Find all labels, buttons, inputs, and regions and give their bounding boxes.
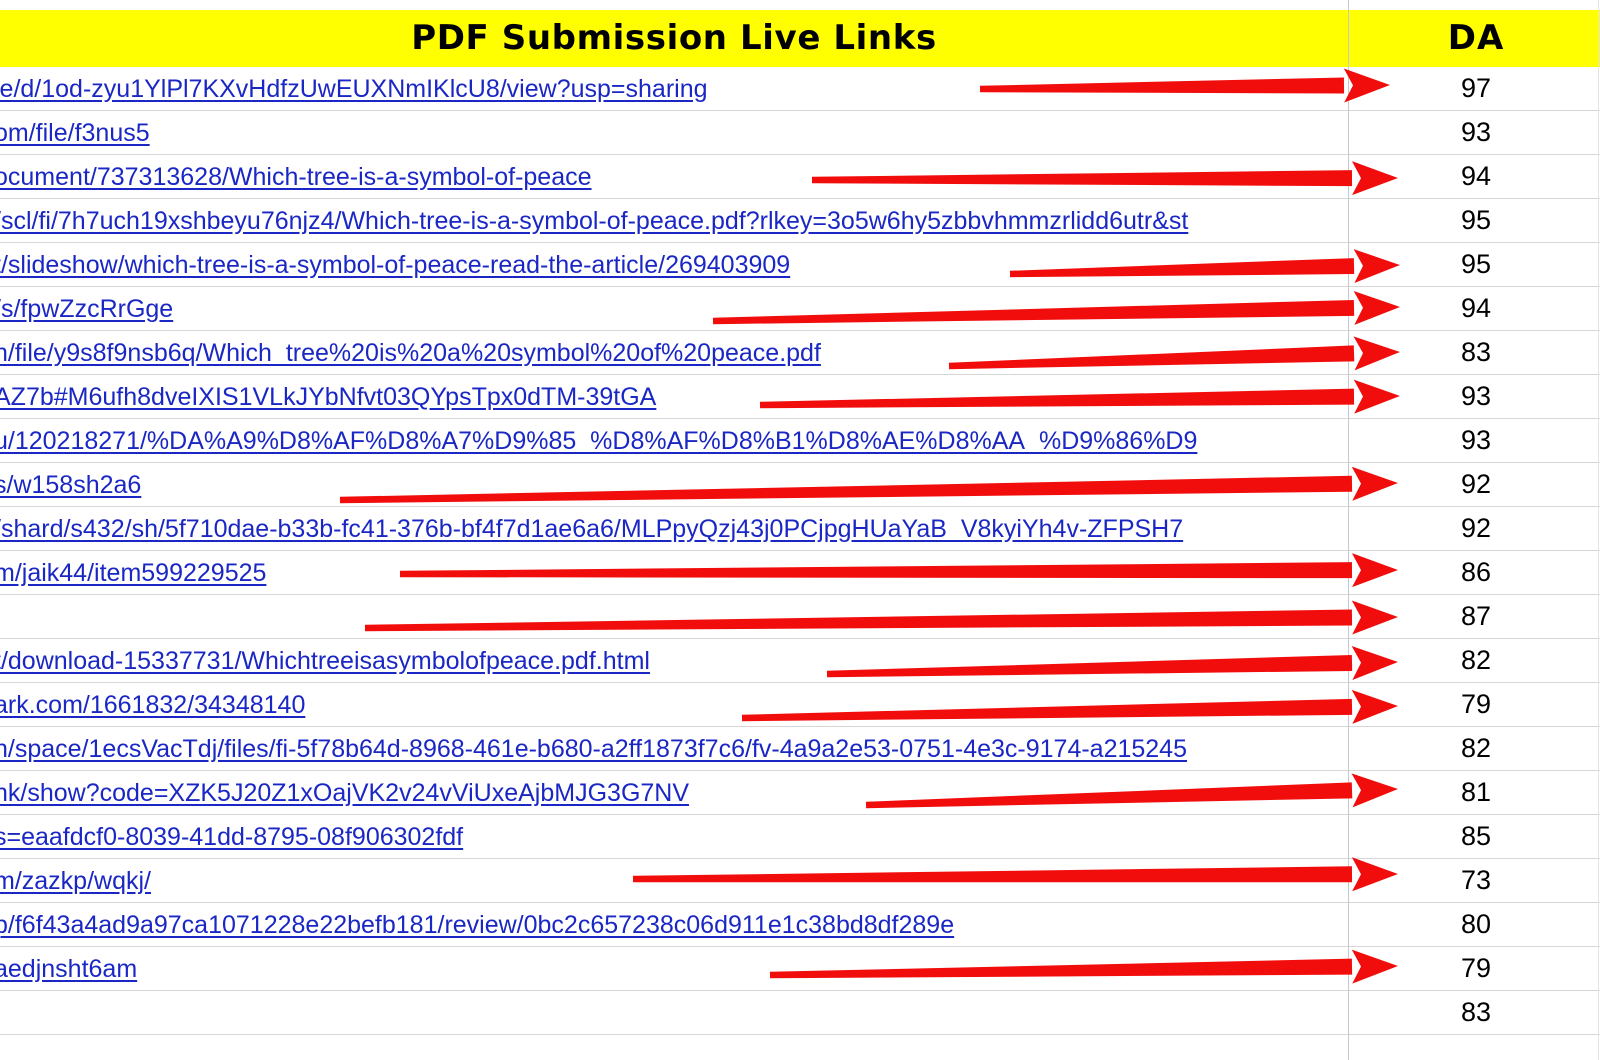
da-value: 94	[1460, 293, 1492, 323]
da-value: 87	[1460, 601, 1492, 631]
table-row: 83	[0, 991, 1600, 1035]
live-link[interactable]: /shard/s432/sh/5f710dae-b33b-fc41-376b-b…	[0, 514, 1183, 544]
top-white-strip	[0, 0, 1600, 10]
live-link[interactable]: aedjnsht6am	[0, 954, 137, 984]
da-value: 86	[1460, 557, 1492, 587]
table-row: le/d/1od-zyu1YlPl7KXvHdfzUwEUXNmIKlcU8/v…	[0, 67, 1600, 111]
link-cell: m/jaik44/item599229525	[0, 551, 1348, 594]
live-link[interactable]: ocument/737313628/Which-tree-is-a-symbol…	[0, 162, 592, 192]
link-cell: n/file/y9s8f9nsb6q/Which_tree%20is%20a%2…	[0, 331, 1348, 374]
da-value: 92	[1460, 469, 1492, 499]
table-row: /scl/fi/7h7uch19xshbeyu76njz4/Which-tree…	[0, 199, 1600, 243]
table-row: /shard/s432/sh/5f710dae-b33b-fc41-376b-b…	[0, 507, 1600, 551]
live-link[interactable]: s=eaafdcf0-8039-41dd-8795-08f906302fdf	[0, 822, 463, 852]
table-row: ocument/737313628/Which-tree-is-a-symbol…	[0, 155, 1600, 199]
da-value: 93	[1460, 425, 1492, 455]
link-cell: t/download-15337731/Whichtreeisasymbolof…	[0, 639, 1348, 682]
table-row: nk/show?code=XZK5J20Z1xOajVK2v24vViUxeAj…	[0, 771, 1600, 815]
da-value: 79	[1460, 689, 1492, 719]
table-row: m/zazkp/wqkj/73	[0, 859, 1600, 903]
da-value: 83	[1460, 337, 1492, 367]
live-link[interactable]: le/d/1od-zyu1YlPl7KXvHdfzUwEUXNmIKlcU8/v…	[0, 74, 708, 104]
live-link[interactable]: om/file/f3nus5	[0, 118, 150, 148]
da-value: 85	[1460, 821, 1492, 851]
da-value: 93	[1460, 117, 1492, 147]
live-link[interactable]: AZ7b#M6ufh8dveIXIS1VLkJYbNfvt03QYpsTpx0d…	[0, 382, 656, 412]
link-cell: om/file/f3nus5	[0, 111, 1348, 154]
link-cell: le/d/1od-zyu1YlPl7KXvHdfzUwEUXNmIKlcU8/v…	[0, 67, 1348, 110]
da-value: 79	[1460, 953, 1492, 983]
live-link[interactable]: n/file/y9s8f9nsb6q/Which_tree%20is%20a%2…	[0, 338, 821, 368]
live-link[interactable]: s/w158sh2a6	[0, 470, 141, 500]
link-cell: t/slideshow/which-tree-is-a-symbol-of-pe…	[0, 243, 1348, 286]
column-separator	[1348, 0, 1349, 1060]
link-cell: AZ7b#M6ufh8dveIXIS1VLkJYbNfvt03QYpsTpx0d…	[0, 375, 1348, 418]
live-link[interactable]: m/jaik44/item599229525	[0, 558, 266, 588]
link-cell: /scl/fi/7h7uch19xshbeyu76njz4/Which-tree…	[0, 199, 1348, 242]
table-row: n/space/1ecsVacTdj/files/fi-5f78b64d-896…	[0, 727, 1600, 771]
column-header-links: PDF Submission Live Links	[411, 18, 937, 58]
spreadsheet-screenshot: PDF Submission Live Links DA le/d/1od-zy…	[0, 0, 1600, 1060]
table-row: /s/fpwZzcRrGge 94	[0, 287, 1600, 331]
da-value: 83	[1460, 997, 1492, 1027]
live-link[interactable]: /s/fpwZzcRrGge	[0, 294, 173, 324]
da-value: 95	[1460, 205, 1492, 235]
table-row: ark.com/1661832/34348140 79	[0, 683, 1600, 727]
table-row: om/file/f3nus5 93	[0, 111, 1600, 155]
link-cell: ocument/737313628/Which-tree-is-a-symbol…	[0, 155, 1348, 198]
table-row: t/download-15337731/Whichtreeisasymbolof…	[0, 639, 1600, 683]
da-value: 97	[1460, 73, 1492, 103]
link-cell: m/zazkp/wqkj/	[0, 859, 1348, 902]
da-value: 82	[1460, 733, 1492, 763]
link-cell: nk/show?code=XZK5J20Z1xOajVK2v24vViUxeAj…	[0, 771, 1348, 814]
da-value: 81	[1460, 777, 1492, 807]
table-body: le/d/1od-zyu1YlPl7KXvHdfzUwEUXNmIKlcU8/v…	[0, 67, 1600, 1035]
link-cell: /s/fpwZzcRrGge	[0, 287, 1348, 330]
link-cell: s/w158sh2a6	[0, 463, 1348, 506]
table-row: n/file/y9s8f9nsb6q/Which_tree%20is%20a%2…	[0, 331, 1600, 375]
live-link[interactable]: u/120218271/%DA%A9%D8%AF%D8%A7%D9%85_%D8…	[0, 426, 1197, 456]
table-row: aedjnsht6am 79	[0, 947, 1600, 991]
table-row: t/slideshow/which-tree-is-a-symbol-of-pe…	[0, 243, 1600, 287]
da-value: 80	[1460, 909, 1492, 939]
live-link[interactable]: nk/show?code=XZK5J20Z1xOajVK2v24vViUxeAj…	[0, 778, 689, 808]
table-row: u/120218271/%DA%A9%D8%AF%D8%A7%D9%85_%D8…	[0, 419, 1600, 463]
column-header-da: DA	[1447, 18, 1505, 58]
link-cell: aedjnsht6am	[0, 947, 1348, 990]
link-cell: s=eaafdcf0-8039-41dd-8795-08f906302fdf	[0, 815, 1348, 858]
table-row: s/w158sh2a6 92	[0, 463, 1600, 507]
live-link[interactable]: t/slideshow/which-tree-is-a-symbol-of-pe…	[0, 250, 790, 280]
table-row: p/f6f43a4ad9a97ca1071228e22befb181/revie…	[0, 903, 1600, 947]
live-link[interactable]: t/download-15337731/Whichtreeisasymbolof…	[0, 646, 650, 676]
right-edge-separator	[1598, 0, 1599, 1060]
table-row: m/jaik44/item599229525 86	[0, 551, 1600, 595]
da-value: 94	[1460, 161, 1492, 191]
live-link[interactable]: m/zazkp/wqkj/	[0, 866, 151, 896]
live-link[interactable]: n/space/1ecsVacTdj/files/fi-5f78b64d-896…	[0, 734, 1187, 764]
live-link[interactable]: /scl/fi/7h7uch19xshbeyu76njz4/Which-tree…	[0, 206, 1188, 236]
live-link[interactable]: ark.com/1661832/34348140	[0, 690, 305, 720]
da-value: 82	[1460, 645, 1492, 675]
link-cell	[0, 595, 1348, 638]
link-cell: /shard/s432/sh/5f710dae-b33b-fc41-376b-b…	[0, 507, 1348, 550]
link-cell: u/120218271/%DA%A9%D8%AF%D8%A7%D9%85_%D8…	[0, 419, 1348, 462]
link-cell	[0, 991, 1348, 1034]
table-row: AZ7b#M6ufh8dveIXIS1VLkJYbNfvt03QYpsTpx0d…	[0, 375, 1600, 419]
da-value: 92	[1460, 513, 1492, 543]
da-value: 73	[1460, 865, 1492, 895]
link-cell: ark.com/1661832/34348140	[0, 683, 1348, 726]
link-cell: n/space/1ecsVacTdj/files/fi-5f78b64d-896…	[0, 727, 1348, 770]
da-value: 95	[1460, 249, 1492, 279]
link-cell: p/f6f43a4ad9a97ca1071228e22befb181/revie…	[0, 903, 1348, 946]
live-link[interactable]: p/f6f43a4ad9a97ca1071228e22befb181/revie…	[0, 910, 954, 940]
table-row: s=eaafdcf0-8039-41dd-8795-08f906302fdf 85	[0, 815, 1600, 859]
da-value: 93	[1460, 381, 1492, 411]
table-row: 87	[0, 595, 1600, 639]
